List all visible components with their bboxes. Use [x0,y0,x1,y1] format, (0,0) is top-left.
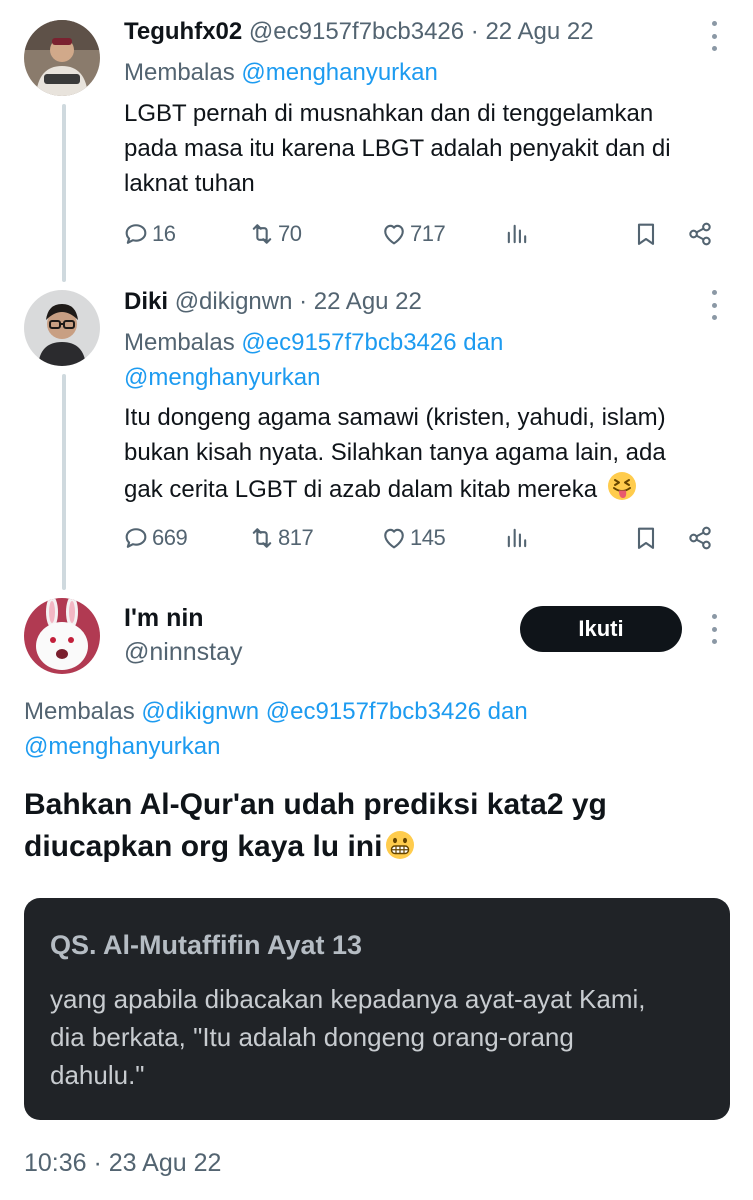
tweet-header: Teguhfx02 @ec9157f7bcb3426 · 22 Agu 22 [124,16,594,48]
like-icon [384,528,404,549]
tweet-text-line: Itu dongeng agama samawi (kristen, yahud… [124,404,666,431]
retweet-icon [252,528,272,548]
quote-title: QS. Al-Mutaffifin Ayat 13 [50,930,363,960]
tweet-text: LGBT pernah di musnahkan dan di tenggela… [124,96,724,201]
more-icon[interactable] [710,290,718,320]
reply-mention[interactable]: @menghanyurkan [241,59,437,86]
thread-line [62,104,66,282]
tongue-emoji [607,472,636,500]
reply-context: Membalas @menghanyurkan [124,55,438,90]
follow-button[interactable]: Ikuti [520,606,682,652]
bookmark-button[interactable] [632,220,660,248]
reply-icon [125,528,147,548]
like-count: 145 [410,525,446,550]
reply-label: Membalas [124,329,235,356]
tweet-text: Bahkan Al-Qur'an udah prediksi kata2 yg … [24,784,724,868]
reply-count: 16 [152,221,176,246]
reply-mention[interactable]: @dikignwn @ec9157f7bcb3426 dan [141,698,527,725]
tweet-text-line: Bahkan Al-Qur'an udah prediksi kata2 yg [24,788,607,821]
retweet-count: 817 [278,525,314,550]
views-icon [507,528,527,548]
tweet-text-line: bukan kisah nyata. Silahkan tanya agama … [124,439,666,466]
tweet-text-line: laknat tuhan [124,170,255,197]
display-name[interactable]: Diki [124,288,168,315]
tweet-header: Diki @dikignwn · 22 Agu 22 [124,286,422,318]
reply-button[interactable]: 16 [122,220,176,248]
like-button[interactable]: 145 [380,524,446,552]
views-icon [507,224,527,244]
tweet-text-fragment: gak cerita LGBT di azab dalam kitab mere… [124,476,598,503]
reply-mention[interactable]: @ec9157f7bcb3426 dan [241,329,503,356]
avatar[interactable] [24,290,100,366]
bookmark-button[interactable] [632,524,660,552]
tweet-text-fragment: diucapkan org kaya lu ini [24,830,383,863]
reply-mention[interactable]: @menghanyurkan [124,360,503,395]
grimace-emoji [386,831,415,859]
views-button[interactable] [503,220,531,248]
like-icon [384,224,404,245]
share-icon [689,222,711,246]
tweet-text-line: pada masa itu karena LBGT adalah penyaki… [124,135,671,162]
share-button[interactable] [686,524,714,552]
tweet-date[interactable]: · 22 Agu 22 [471,18,594,45]
username[interactable]: @ec9157f7bcb3426 [249,18,464,45]
share-button[interactable] [686,220,714,248]
tweet-timestamp[interactable]: 10:36 · 23 Agu 22 [24,1146,221,1180]
tweet-text-line-last: gak cerita LGBT di azab dalam kitab mere… [124,470,734,507]
display-name[interactable]: I'm nin [124,602,204,634]
reply-count: 669 [152,525,188,550]
share-icon [689,526,711,550]
reply-mention[interactable]: @menghanyurkan [24,729,528,764]
quote-card[interactable]: QS. Al-Mutaffifin Ayat 13 yang apabila d… [24,898,730,1120]
avatar[interactable] [24,20,100,96]
like-count: 717 [410,221,446,246]
reply-context: Membalas @dikignwn @ec9157f7bcb3426 dan … [24,694,528,764]
retweet-count: 70 [278,221,302,246]
display-name[interactable]: Teguhfx02 [124,18,242,45]
reply-button[interactable]: 669 [122,524,188,552]
reply-context: Membalas @ec9157f7bcb3426 dan @menghanyu… [124,325,503,395]
retweet-button[interactable]: 70 [248,220,302,248]
reply-label: Membalas [24,698,135,725]
display-name-text: I'm nin [124,604,204,632]
quote-text: yang apabila dibacakan kepadanya ayat-ay… [50,984,646,1090]
tweet-text: Itu dongeng agama samawi (kristen, yahud… [124,400,734,507]
bookmark-icon [637,527,655,549]
like-button[interactable]: 717 [380,220,446,248]
username[interactable]: @dikignwn [175,288,293,315]
retweet-button[interactable]: 817 [248,524,314,552]
tweet-thread: Teguhfx02 @ec9157f7bcb3426 · 22 Agu 22 M… [0,0,753,1200]
avatar[interactable] [24,598,100,674]
tweet-text-line-last: diucapkan org kaya lu ini [24,826,724,868]
retweet-icon [252,224,272,244]
thread-line [62,374,66,590]
tweet-text-line: LGBT pernah di musnahkan dan di tenggela… [124,100,654,127]
views-button[interactable] [503,524,531,552]
reply-icon [125,224,147,244]
username[interactable]: @ninnstay [124,636,243,668]
more-icon[interactable] [710,21,718,51]
bookmark-icon [637,223,655,245]
more-icon[interactable] [710,614,718,644]
tweet-date[interactable]: · 22 Agu 22 [299,288,422,315]
reply-label: Membalas [124,59,235,86]
